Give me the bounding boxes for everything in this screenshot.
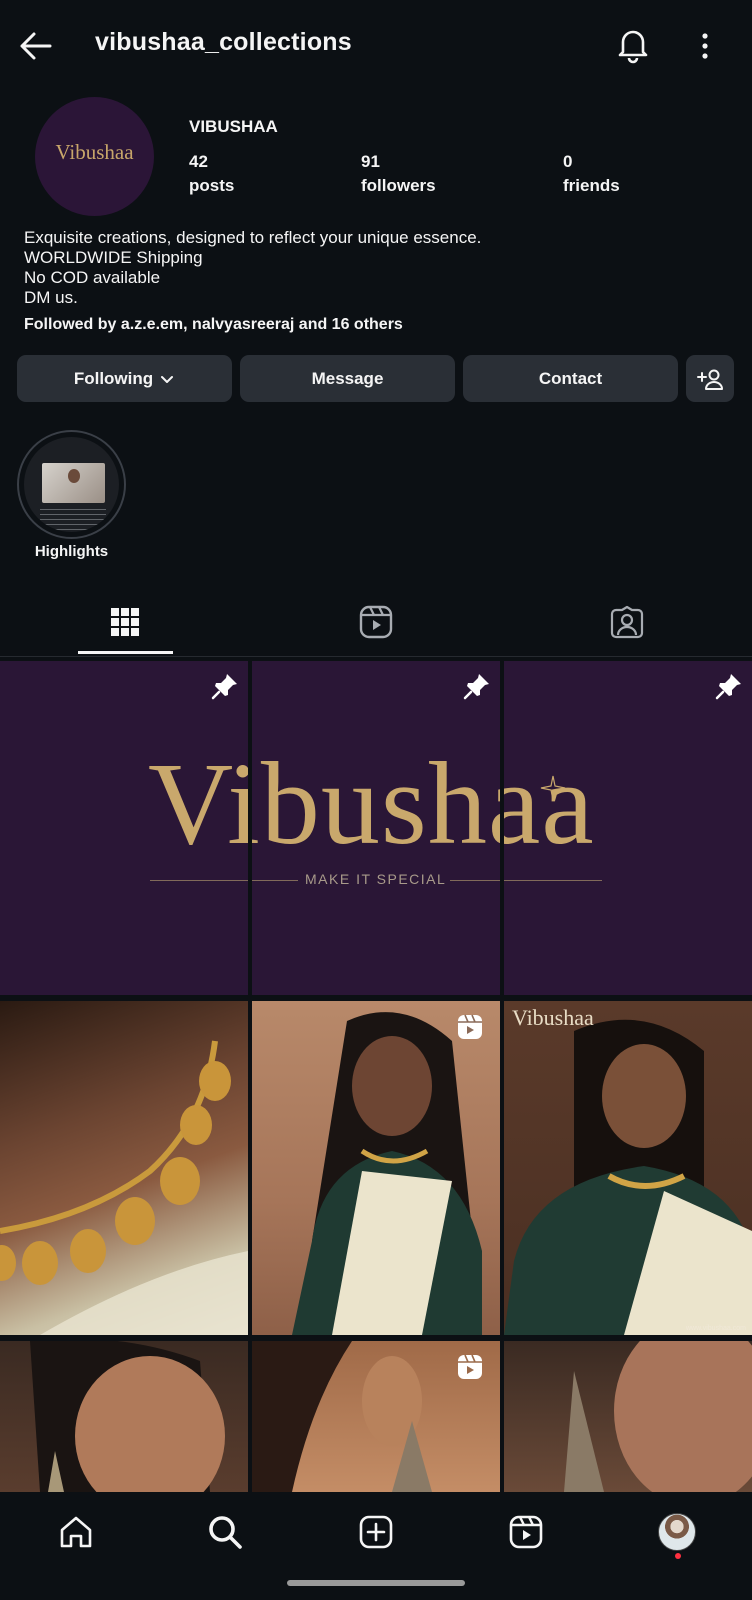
bell-icon — [618, 30, 648, 64]
highlight-cover-image — [42, 463, 105, 503]
reel-badge-icon — [458, 1014, 482, 1039]
suggest-people-button[interactable] — [686, 355, 734, 402]
highlight-cover-text — [40, 509, 106, 531]
stat-posts-label: posts — [189, 176, 235, 195]
pin-icon — [463, 674, 489, 700]
highlight-face — [68, 469, 80, 483]
more-vertical-icon — [702, 33, 708, 59]
reel-badge-icon — [458, 1354, 482, 1379]
tab-reels[interactable] — [356, 596, 396, 648]
avatar — [658, 1513, 696, 1551]
home-icon — [60, 1516, 92, 1548]
post-tile[interactable] — [0, 1001, 248, 1335]
stat-followers-value: 91 — [361, 152, 380, 171]
post-tile[interactable] — [0, 1341, 248, 1492]
avatar-logo-text: Vibushaa — [55, 140, 134, 164]
following-label: Following — [73, 368, 154, 388]
nav-profile-button[interactable] — [655, 1510, 699, 1554]
bio-line: No COD available — [24, 268, 161, 287]
following-button[interactable]: Following — [17, 355, 232, 402]
profile-name: VIBUSHAA — [189, 117, 278, 136]
page-title: vibushaa_collections — [95, 28, 352, 56]
banner-divider-left — [150, 880, 298, 881]
banner-logo: Vibushaa — [148, 738, 595, 869]
nav-create-button[interactable] — [354, 1510, 398, 1554]
followed-by-link[interactable]: Followed by a.z.e.em, nalvyasreeraj and … — [24, 316, 403, 334]
necklace-photo — [0, 1040, 248, 1335]
top-bar: vibushaa_collections — [0, 0, 752, 90]
pin-icon — [211, 674, 237, 700]
bio-line: Exquisite creations, designed to reflect… — [24, 228, 482, 247]
banner-divider-right — [450, 880, 602, 881]
reels-icon — [509, 1515, 543, 1549]
stat-followers[interactable]: 91 followers — [361, 150, 436, 198]
highlight-label: Highlights — [34, 543, 109, 560]
notification-dot — [675, 1553, 681, 1559]
model-photo — [292, 1012, 482, 1335]
profile-bio: Exquisite creations, designed to reflect… — [24, 228, 481, 308]
chevron-down-icon — [161, 375, 174, 383]
contact-button[interactable]: Contact — [463, 355, 678, 402]
stat-posts[interactable]: 42 posts — [189, 150, 234, 198]
contact-label: Contact — [538, 368, 603, 388]
tab-tagged[interactable] — [607, 596, 647, 648]
message-button[interactable]: Message — [240, 355, 455, 402]
stat-friends[interactable]: 0 friends — [563, 150, 620, 198]
story-highlight[interactable] — [17, 430, 126, 539]
add-user-icon — [697, 369, 723, 390]
post-tile[interactable] — [252, 1341, 500, 1492]
model-photo — [504, 1019, 752, 1335]
tagged-icon — [610, 605, 644, 639]
watermark-url: www.vibushaa.com — [686, 1325, 746, 1332]
bio-line: WORLDWIDE Shipping — [24, 248, 203, 267]
tabs-divider — [0, 656, 752, 657]
message-label: Message — [311, 368, 384, 388]
post-tile[interactable] — [252, 1001, 500, 1335]
more-options-button[interactable] — [690, 28, 720, 64]
stat-followers-label: followers — [361, 176, 436, 195]
post-tile[interactable] — [504, 1341, 752, 1492]
earring-photo — [30, 1341, 225, 1492]
plus-square-icon — [359, 1515, 393, 1549]
stat-posts-value: 42 — [189, 152, 208, 171]
nav-search-button[interactable] — [203, 1510, 247, 1554]
arrow-left-icon — [20, 32, 52, 60]
grid-gutter — [500, 661, 504, 995]
stat-friends-value: 0 — [563, 152, 573, 171]
grid-gutter — [248, 661, 252, 995]
home-indicator[interactable] — [287, 1580, 465, 1586]
reels-icon — [359, 605, 393, 639]
banner-tagline: MAKE IT SPECIAL — [305, 871, 447, 887]
search-icon — [209, 1516, 242, 1549]
watermark-logo: Vibushaa — [512, 1005, 594, 1030]
grid-icon — [111, 608, 139, 636]
bio-line: DM us. — [24, 288, 78, 307]
nav-home-button[interactable] — [54, 1510, 98, 1554]
tab-posts-grid[interactable] — [105, 596, 145, 648]
highlight-cover — [24, 437, 119, 532]
earring-photo — [564, 1341, 752, 1492]
stat-friends-label: friends — [563, 176, 620, 195]
sparkle-icon — [540, 775, 566, 801]
active-tab-indicator — [78, 651, 173, 654]
back-button[interactable] — [16, 26, 56, 66]
pin-icon — [715, 674, 741, 700]
profile-avatar[interactable]: Vibushaa — [35, 97, 154, 216]
post-tile[interactable]: Vibushaa www.vibushaa.com — [504, 1001, 752, 1335]
nav-reels-button[interactable] — [504, 1510, 548, 1554]
notifications-button[interactable] — [614, 24, 652, 64]
